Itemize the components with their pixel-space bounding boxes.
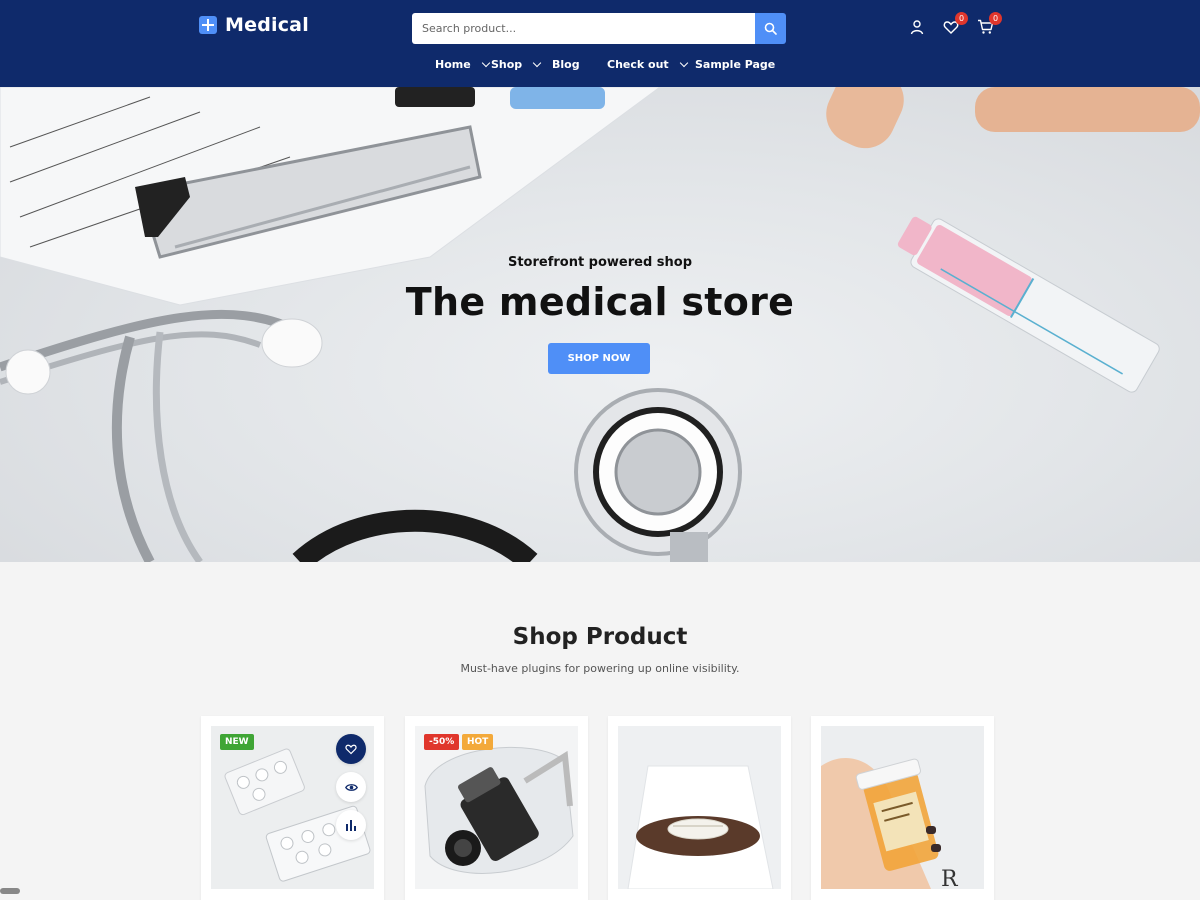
- nav-blog-label: Blog: [552, 58, 580, 71]
- horizontal-scrollbar[interactable]: [0, 888, 20, 894]
- quick-view-button[interactable]: [336, 772, 366, 802]
- search-input[interactable]: [412, 13, 755, 44]
- nav-sample-page[interactable]: Sample Page: [695, 58, 775, 71]
- logo-text: Medical: [225, 14, 309, 36]
- heart-icon: [345, 744, 357, 755]
- nav-home-label: Home: [435, 58, 471, 71]
- account-button[interactable]: [907, 17, 927, 37]
- wishlist-button[interactable]: 0: [941, 12, 968, 37]
- hero-subtitle: Storefront powered shop: [507, 255, 693, 270]
- product-card[interactable]: R: [811, 716, 994, 900]
- site-header: Medical 0: [0, 0, 1200, 87]
- eye-icon: [344, 783, 358, 791]
- product-card[interactable]: -50% HOT: [405, 716, 588, 900]
- cart-count-badge: 0: [989, 12, 1002, 25]
- medical-cross-icon: [199, 16, 217, 34]
- nav-shop-label: Shop: [491, 58, 523, 71]
- product-card[interactable]: [608, 716, 791, 900]
- cart-button[interactable]: 0: [975, 12, 1002, 37]
- search-icon: [764, 22, 777, 35]
- main-nav: Home Shop Blog Check out Sample Page: [435, 58, 775, 71]
- section-title: Shop Product: [512, 624, 688, 650]
- hero-background-image: [0, 87, 1200, 562]
- svg-text:R: R: [941, 867, 959, 889]
- product-image[interactable]: R: [821, 726, 984, 889]
- bar-chart-icon: [346, 820, 356, 831]
- search-bar: [412, 13, 786, 44]
- product-card[interactable]: NEW: [201, 716, 384, 900]
- add-to-wishlist-button[interactable]: [336, 734, 366, 764]
- site-logo[interactable]: Medical: [199, 14, 309, 36]
- wishlist-count-badge: 0: [955, 12, 968, 25]
- search-button[interactable]: [755, 13, 786, 44]
- chevron-down-icon: [679, 58, 688, 68]
- product-actions: [336, 734, 366, 840]
- nav-shop[interactable]: Shop: [491, 58, 552, 71]
- section-subtitle: Must-have plugins for powering up online…: [460, 662, 740, 675]
- nav-checkout[interactable]: Check out: [607, 58, 695, 71]
- header-icons: 0 0: [907, 12, 1002, 37]
- chevron-down-icon: [481, 58, 490, 68]
- user-icon: [910, 20, 924, 35]
- nav-sample-page-label: Sample Page: [695, 58, 776, 71]
- nav-blog[interactable]: Blog: [552, 58, 607, 71]
- new-tag: NEW: [220, 734, 254, 750]
- compare-button[interactable]: [336, 810, 366, 840]
- hero-banner: Storefront powered shop The medical stor…: [0, 87, 1200, 562]
- shop-now-button[interactable]: SHOP NOW: [548, 343, 650, 374]
- product-image[interactable]: [415, 726, 578, 889]
- product-image[interactable]: [618, 726, 781, 889]
- discount-tag: -50%: [424, 734, 460, 750]
- hot-tag: HOT: [462, 734, 494, 750]
- hero-title: The medical store: [405, 280, 795, 324]
- nav-checkout-label: Check out: [607, 58, 669, 71]
- chevron-down-icon: [532, 58, 542, 68]
- nav-home[interactable]: Home: [435, 58, 491, 71]
